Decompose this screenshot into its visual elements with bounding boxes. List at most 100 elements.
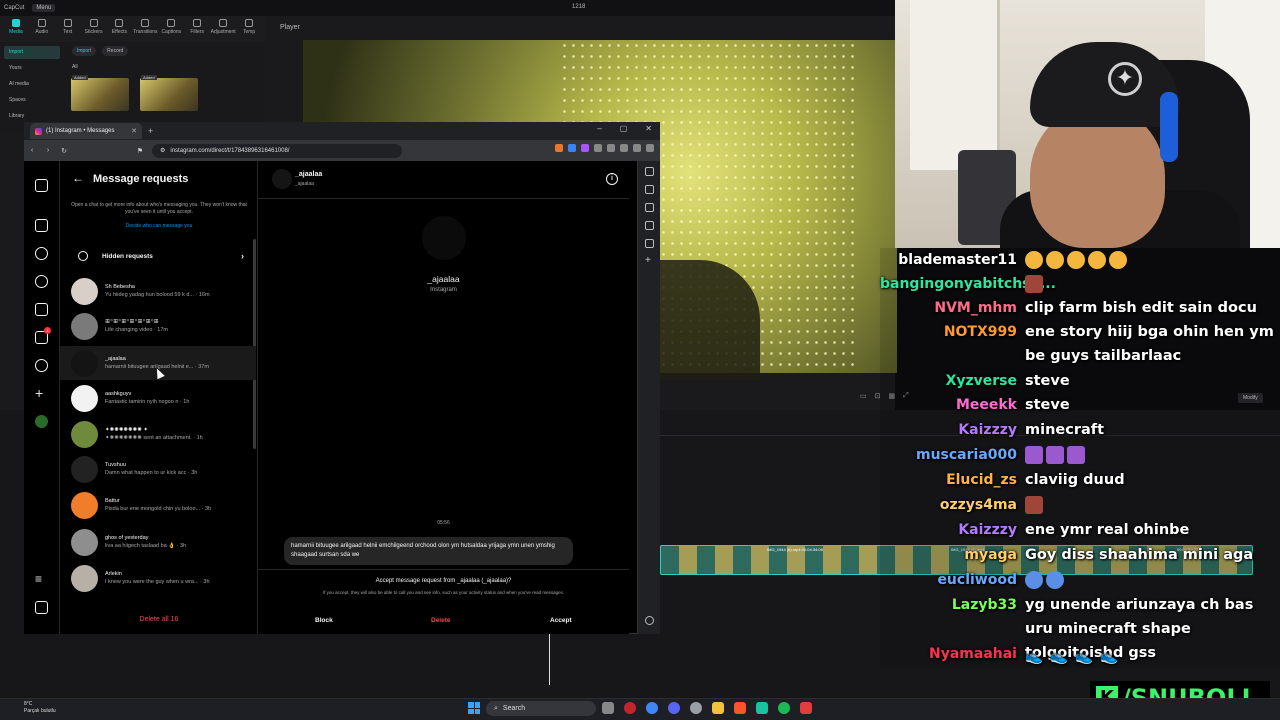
extension-icon[interactable] [607, 144, 615, 152]
tool-effects[interactable]: Effects [110, 19, 130, 39]
block-button[interactable]: Block [315, 617, 333, 624]
import-button[interactable]: Import [72, 46, 97, 56]
request-list-item[interactable]: ✦✺✺✺✺✺✺✺ ✦ ✦✺✺✺✺✺✺✺ sent an attachment. ·… [60, 417, 256, 451]
chat-username[interactable]: Nyamaahai [880, 642, 1017, 666]
new-tab-button[interactable]: + [148, 126, 153, 136]
chat-username[interactable]: ozzys4ma [880, 493, 1017, 517]
chat-username[interactable]: myaga [880, 543, 1017, 567]
delete-button[interactable]: Delete [431, 617, 451, 624]
media-filter-all[interactable]: All [72, 64, 78, 70]
delete-all-button[interactable]: Delete all 16 [60, 616, 258, 623]
extension-icon[interactable] [581, 144, 589, 152]
extension-icon[interactable] [620, 144, 628, 152]
chat-username[interactable]: Elucid_zs [880, 468, 1017, 492]
address-bar[interactable]: ⚙ instagram.com/direct/t/178438963164610… [152, 143, 402, 158]
spotify-icon[interactable] [778, 702, 790, 714]
request-list-item[interactable]: ghos of yesterday liva aa hiigech taslaad… [60, 525, 256, 559]
chat-username[interactable]: Kaizzzy [880, 418, 1017, 442]
ratio-icon[interactable]: ▭ [860, 392, 867, 400]
chat-username[interactable]: Xyzverse [880, 369, 1017, 393]
tool-adjustment[interactable]: Adjustment [211, 19, 236, 39]
browser-tab-instagram[interactable]: (1) Instagram • Messages ✕ [30, 123, 142, 139]
back-arrow-icon[interactable]: ← [72, 171, 84, 185]
tool-audio[interactable]: Audio [32, 19, 52, 39]
request-list-item[interactable]: Battur Pisda bur ene mongold chin yu bolo… [60, 488, 256, 522]
chat-username[interactable]: Lazyb33 [880, 593, 1017, 617]
chat-username[interactable]: Meeekk [880, 393, 1017, 417]
side-yours[interactable]: Yours [4, 62, 60, 75]
search-icon[interactable] [35, 247, 48, 260]
capcut-menu-button[interactable]: Menu [32, 4, 56, 12]
more-menu-icon[interactable]: ≡ [35, 573, 48, 586]
instagram-logo-icon[interactable] [35, 179, 48, 192]
conversation-name[interactable]: _ajaalaa [295, 171, 322, 178]
site-info-icon[interactable]: ⚙ [160, 147, 165, 154]
accept-button[interactable]: Accept [550, 617, 572, 624]
obs-icon[interactable] [624, 702, 636, 714]
settings-icon[interactable] [690, 702, 702, 714]
tool-text[interactable]: Text [58, 19, 78, 39]
avatar[interactable] [272, 169, 292, 189]
sidebar-icon[interactable] [645, 221, 654, 230]
extension-icon[interactable] [594, 144, 602, 152]
tool-stickers[interactable]: Stickers [84, 19, 104, 39]
chrome-icon[interactable] [646, 702, 658, 714]
bookmark-icon[interactable]: ⚑ [132, 147, 148, 155]
brave-icon[interactable] [734, 702, 746, 714]
tool-transitions[interactable]: Transitions [133, 19, 158, 39]
close-tab-icon[interactable]: ✕ [131, 127, 137, 135]
request-list-item[interactable]: aashkguyv Fantastic tamirin nyih nogoo n … [60, 381, 256, 415]
side-ai-media[interactable]: AI media [4, 78, 60, 91]
extension-icon[interactable] [568, 144, 576, 152]
message-bubble[interactable]: hamarnii bituugee arilgaad helnii emchil… [284, 537, 573, 565]
tool-captions[interactable]: Captions [161, 19, 181, 39]
profile-avatar[interactable] [35, 415, 48, 428]
file-explorer-icon[interactable] [712, 702, 724, 714]
home-icon[interactable] [35, 219, 48, 232]
sidebar-icon[interactable] [645, 203, 654, 212]
chat-username[interactable]: NOTX999 [880, 320, 1017, 344]
tool-media[interactable]: Media [6, 19, 26, 39]
request-list-item[interactable]: Tuvshuu Damn what happen to ur kick acc ·… [60, 452, 256, 486]
windows-start-icon[interactable] [468, 702, 480, 714]
extension-icon[interactable] [555, 144, 563, 152]
reload-icon[interactable]: ↻ [56, 147, 72, 155]
reels-icon[interactable] [35, 303, 48, 316]
explore-icon[interactable] [35, 275, 48, 288]
app-icon[interactable] [756, 702, 768, 714]
chat-username[interactable]: eucliwood [880, 568, 1017, 592]
tool-filters[interactable]: Filters [187, 19, 207, 39]
chat-username[interactable]: Kaizzzy [880, 518, 1017, 542]
capcut-icon[interactable] [800, 702, 812, 714]
record-button[interactable]: Record [102, 46, 129, 56]
settings-icon[interactable] [645, 616, 654, 625]
chat-username[interactable]: blademaster11 [880, 248, 1017, 272]
decide-who-link[interactable]: Decide who can message you [70, 223, 248, 229]
side-spaces[interactable]: Spaces [4, 94, 60, 107]
maximize-button[interactable]: ▢ [620, 124, 628, 133]
request-list-item[interactable]: Sh Bebesha Yu hiideg yadag hun bolood 59 … [60, 274, 256, 308]
close-window-button[interactable]: ✕ [645, 124, 652, 133]
minimize-button[interactable]: – [597, 124, 601, 133]
sidebar-icon[interactable] [645, 239, 654, 248]
sidebar-icon[interactable] [645, 167, 654, 176]
request-list-item[interactable]: ꕥ꙳ꕥ꙳ꕥ꙳ꕥ꙳ꕥ꙳ꕥ꙳ꕥ Life changing video · 17m [60, 309, 256, 343]
notifications-heart-icon[interactable] [35, 359, 48, 372]
info-icon[interactable]: i [606, 173, 618, 185]
apps-icon[interactable] [35, 601, 48, 614]
hidden-requests-row[interactable]: Hidden requests › [60, 245, 258, 267]
chat-username[interactable]: muscaria000 [880, 443, 1017, 467]
chat-username[interactable]: NVM_mhm [880, 296, 1017, 320]
task-view-icon[interactable] [602, 702, 614, 714]
add-icon[interactable]: + [645, 256, 654, 266]
avatar[interactable] [421, 216, 466, 260]
tool-templates[interactable]: Temp [239, 19, 259, 39]
discord-icon[interactable] [668, 702, 680, 714]
chat-username[interactable]: bangingonyabitchsa... [880, 272, 1056, 296]
timeline-playhead[interactable] [549, 630, 550, 685]
back-icon[interactable]: ‹ [24, 147, 40, 154]
taskbar-search[interactable]: ⌕ Search [486, 701, 596, 716]
side-import[interactable]: Import [4, 46, 60, 59]
sidebar-toggle-icon[interactable] [633, 144, 641, 152]
media-thumbnail[interactable]: Added [71, 75, 129, 111]
